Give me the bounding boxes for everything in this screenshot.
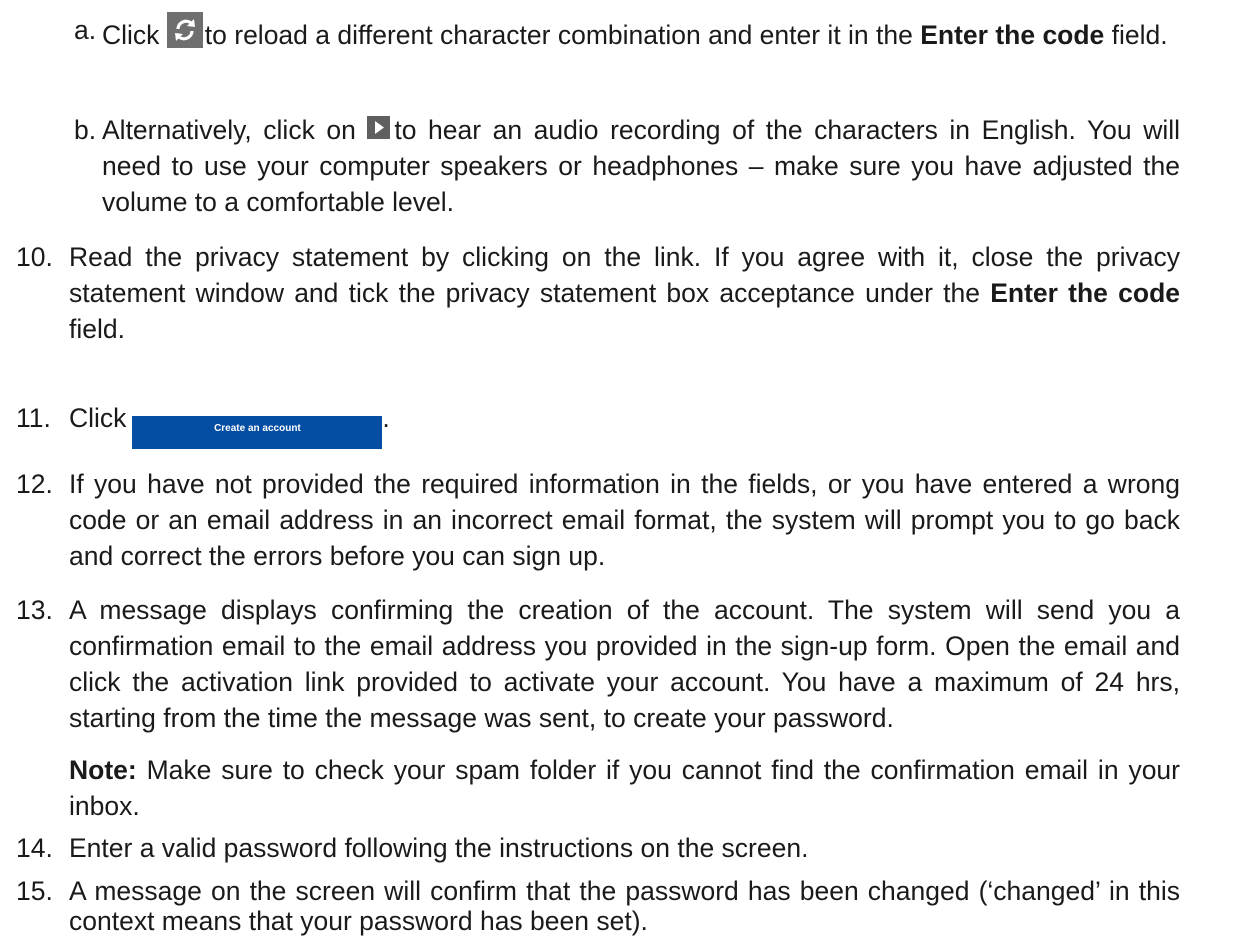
step-b-marker: b. [74, 115, 97, 145]
play-icon [367, 116, 391, 139]
step-b: b. Alternatively, click on to hear an au… [74, 112, 1180, 220]
step-11-text-1: Click [69, 403, 127, 433]
step-14-body: Enter a valid password following the ins… [69, 833, 809, 863]
note-label: Note: [69, 755, 137, 785]
enter-code-label: Enter the code [990, 278, 1180, 308]
note-text: Make sure to check your spam folder if y… [69, 755, 1180, 821]
step-a-text-2: to reload a different character combinat… [204, 20, 921, 50]
step-12-body: If you have not provided the required in… [69, 469, 1180, 571]
step-a: a. Click to reload a different character… [74, 12, 1180, 53]
step-12-marker: 12. [16, 469, 53, 499]
step-11-body: Click Create an account. [16, 400, 1180, 449]
step-10-marker: 10. [16, 242, 53, 272]
create-account-button[interactable]: Create an account [132, 416, 383, 449]
step-11-text-2: . [382, 403, 390, 433]
document-page: a. Click to reload a different character… [0, 0, 1250, 936]
step-12: 12. If you have not provided the require… [16, 466, 1180, 574]
reload-icon [166, 12, 203, 48]
enter-code-label: Enter the code [920, 20, 1105, 50]
step-13: 13. A message displays confirming the cr… [16, 592, 1180, 736]
step-14-marker: 14. [16, 833, 53, 863]
step-a-text-1: Click [102, 20, 167, 50]
step-a-text-3: field. [1104, 20, 1168, 50]
step-14: 14. Enter a valid password following the… [16, 830, 1180, 866]
step-13-body: A message displays confirming the creati… [69, 595, 1180, 733]
step-15-marker: 15. [16, 876, 53, 906]
step-15: 15. A message on the screen will confirm… [16, 876, 1180, 936]
step-10: 10. Read the privacy statement by clicki… [16, 239, 1180, 347]
step-a-body: Click to reload a different character co… [74, 12, 1180, 53]
step-a-marker: a. [74, 15, 97, 45]
note-paragraph: Note: Make sure to check your spam folde… [69, 752, 1180, 824]
step-b-body: Alternatively, click on to hear an audio… [74, 112, 1180, 220]
step-10-text-2: field. [69, 314, 125, 344]
step-11: 11. Click Create an account. [16, 400, 1180, 449]
step-10-body: Read the privacy statement by clicking o… [16, 239, 1180, 347]
step-11-marker: 11. [16, 403, 51, 433]
step-15-body: A message on the screen will confirm tha… [69, 876, 1180, 936]
step-13-marker: 13. [16, 595, 53, 625]
step-b-text-1: Alternatively, click on [102, 115, 368, 145]
